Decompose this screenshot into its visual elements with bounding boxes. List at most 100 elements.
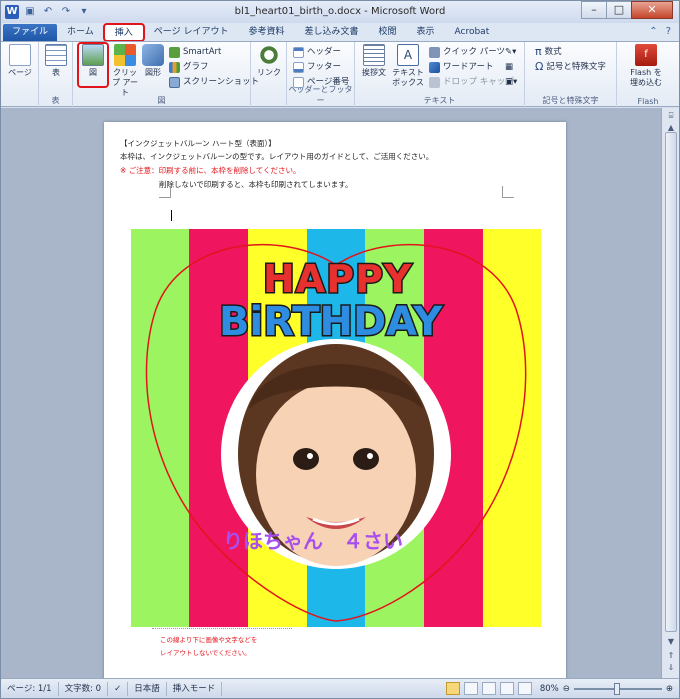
document-heading: 【インクジェットバルーン ハート型（表面）】	[120, 139, 276, 148]
dropcap-button[interactable]: ドロップ キャップ	[429, 75, 514, 89]
prev-page-icon[interactable]: ⇑	[665, 650, 677, 662]
ruler-toggle-icon[interactable]: ⌸	[665, 110, 677, 122]
chart-icon	[169, 61, 180, 73]
table-button[interactable]: 表	[43, 44, 69, 78]
object-icon[interactable]: ▣▾	[505, 75, 517, 89]
shapes-icon	[142, 44, 164, 66]
pi-icon: π	[535, 45, 542, 58]
date-time-icon[interactable]: ▦	[505, 60, 513, 74]
text-cursor	[171, 210, 172, 221]
flash-icon: f	[635, 44, 657, 66]
document-line: 本枠は、インクジェットバルーンの型です。レイアウト用のガイドとして、ご活用くださ…	[120, 152, 434, 161]
zoom-in-icon[interactable]: ⊕	[666, 684, 673, 694]
minimize-ribbon-icon[interactable]: ⌃	[649, 26, 657, 37]
symbol-button[interactable]: Ω 記号と特殊文字	[535, 60, 606, 74]
insert-mode[interactable]: 挿入モード	[167, 681, 223, 696]
photo-caption: りほちゃん ４さい	[223, 529, 403, 553]
pages-icon	[9, 44, 31, 66]
tab-page-layout[interactable]: ページ レイアウト	[144, 24, 239, 41]
zoom-out-icon[interactable]: ⊖	[563, 684, 570, 694]
links-button[interactable]: リンク	[257, 44, 281, 78]
scroll-thumb[interactable]	[665, 132, 677, 632]
textbox-button[interactable]: A テキスト ボックス	[391, 44, 425, 88]
document-page[interactable]: 【インクジェットバルーン ハート型（表面）】 本枠は、インクジェットバルーンの型…	[104, 122, 566, 678]
pages-button[interactable]: ページ	[5, 44, 35, 78]
group-links: リンク	[251, 42, 287, 108]
footer-icon	[293, 61, 304, 73]
quickparts-button[interactable]: クイック パーツ	[429, 45, 505, 59]
greeting-button[interactable]: 挨拶文	[359, 44, 389, 78]
ribbon-tabs: ファイル ホーム 挿入 ページ レイアウト 参考資料 差し込み文書 校閲 表示 …	[1, 23, 679, 42]
guide-line	[152, 628, 292, 629]
close-icon[interactable]: ✕	[631, 1, 673, 19]
print-layout-icon[interactable]	[445, 682, 460, 695]
crop-mark	[502, 186, 514, 198]
title-bar: W ▣ ↶ ↷ ▾ bl1_heart01_birth_o.docx - Mic…	[1, 1, 679, 23]
tab-mailings[interactable]: 差し込み文書	[294, 24, 368, 41]
group-pages: ページ	[1, 42, 39, 108]
group-text: 挨拶文 A テキスト ボックス クイック パーツ ワードアート ドロップ キャッ…	[355, 42, 525, 108]
tab-acrobat[interactable]: Acrobat	[445, 24, 500, 41]
view-controls: 80% ⊖ ⊕	[445, 682, 673, 695]
signature-line-icon[interactable]: ✎▾	[505, 45, 516, 59]
full-screen-icon[interactable]	[463, 682, 478, 695]
tab-review[interactable]: 校閲	[368, 24, 406, 41]
outline-icon[interactable]	[499, 682, 514, 695]
group-tables: 表 表	[39, 42, 73, 108]
tab-home[interactable]: ホーム	[57, 24, 104, 41]
scroll-down-icon[interactable]: ▼	[665, 636, 677, 648]
tab-view[interactable]: 表示	[407, 24, 445, 41]
group-header-footer: ヘッダー フッター ページ番号 ヘッダーとフッター	[287, 42, 355, 108]
table-icon	[45, 44, 67, 66]
tab-insert[interactable]: 挿入	[102, 23, 145, 42]
window-title: bl1_heart01_birth_o.docx - Microsoft Wor…	[234, 6, 446, 17]
proofing-icon[interactable]: ✓	[108, 681, 129, 696]
draft-icon[interactable]	[517, 682, 532, 695]
document-warning: ※ ご注意：印刷する前に、本枠を削除してください。	[120, 166, 301, 175]
status-bar: ページ: 1/1 文字数: 0 ✓ 日本語 挿入モード 80% ⊖ ⊕	[1, 678, 679, 698]
picture-highlight	[77, 42, 109, 88]
group-symbols: π 数式 Ω 記号と特殊文字 記号と特殊文字	[525, 42, 617, 108]
link-icon	[258, 44, 280, 66]
wordart-button[interactable]: ワードアート	[429, 60, 494, 74]
vertical-scrollbar[interactable]: ⌸ ▲ ▼ ⇑ ⇓	[661, 108, 679, 678]
page-count[interactable]: ページ: 1/1	[1, 681, 59, 696]
ribbon-help-area: ⌃ ?	[649, 26, 671, 37]
header-icon	[293, 46, 304, 58]
zoom-knob[interactable]	[613, 682, 620, 695]
next-page-icon[interactable]: ⇓	[665, 662, 677, 674]
greeting-icon	[363, 44, 385, 66]
dropcap-icon	[429, 76, 440, 88]
smartart-icon	[169, 46, 180, 58]
tab-file[interactable]: ファイル	[3, 24, 58, 41]
word-count[interactable]: 文字数: 0	[59, 681, 109, 696]
quickparts-icon	[429, 46, 440, 58]
balloon-artwork[interactable]: HAPPY BiRTHDAY りほちゃん ４さい	[131, 229, 541, 627]
zoom-slider[interactable]	[573, 682, 662, 695]
language[interactable]: 日本語	[128, 681, 167, 696]
document-area[interactable]: 【インクジェットバルーン ハート型（表面）】 本枠は、インクジェットバルーンの型…	[1, 108, 661, 678]
web-layout-icon[interactable]	[481, 682, 496, 695]
flash-button[interactable]: f Flash を 埋め込む	[623, 44, 669, 88]
screenshot-button[interactable]: スクリーンショット	[169, 75, 259, 89]
textbox-icon: A	[397, 44, 419, 66]
maximize-icon[interactable]: □	[606, 1, 632, 19]
footer-button[interactable]: フッター	[293, 60, 341, 74]
window-controls: – □ ✕	[581, 1, 673, 19]
shapes-button[interactable]: 図形	[141, 44, 165, 78]
zoom-level[interactable]: 80%	[540, 684, 559, 694]
omega-icon: Ω	[535, 60, 544, 73]
birthday-title: BiRTHDAY	[217, 298, 443, 347]
wordart-icon	[429, 61, 440, 73]
guide-note: レイアウトしないでください。	[160, 649, 251, 657]
smartart-button[interactable]: SmartArt	[169, 45, 221, 59]
equation-button[interactable]: π 数式	[535, 45, 562, 59]
help-icon[interactable]: ?	[666, 26, 671, 37]
tab-references[interactable]: 参考資料	[238, 24, 294, 41]
header-button[interactable]: ヘッダー	[293, 45, 341, 59]
chart-button[interactable]: グラフ	[169, 60, 209, 74]
minimize-icon[interactable]: –	[581, 1, 607, 19]
happy-title: HAPPY	[261, 256, 413, 303]
clipart-button[interactable]: クリップ アート	[111, 44, 139, 98]
clipart-icon	[114, 44, 136, 66]
